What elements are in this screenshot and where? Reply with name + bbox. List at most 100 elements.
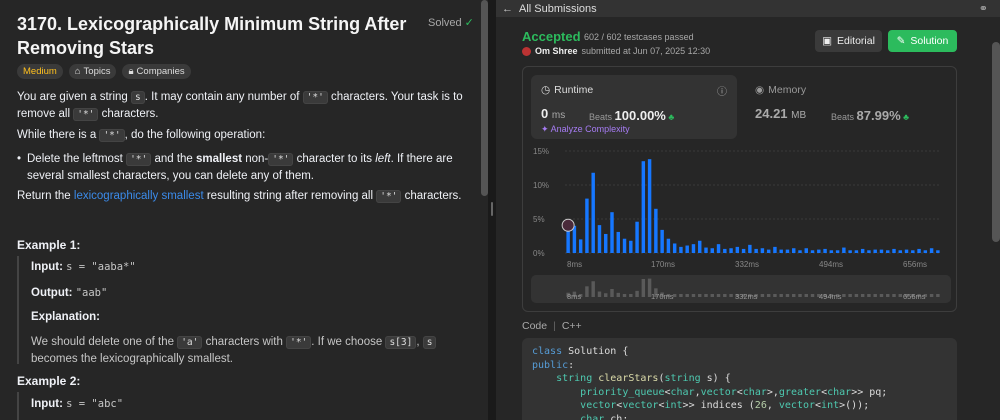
minimap-bar <box>616 292 620 297</box>
chart-bar[interactable] <box>672 243 677 253</box>
chart-bar[interactable] <box>698 240 702 253</box>
chart-bar[interactable] <box>704 247 708 253</box>
chart-bar[interactable] <box>716 244 721 253</box>
chart-bar[interactable] <box>810 250 815 253</box>
chart-bar[interactable] <box>647 159 652 253</box>
avatar[interactable] <box>522 46 531 56</box>
solved-label: Solved <box>428 16 462 29</box>
runtime-box[interactable]: ◷ Runtime ⓘ 0 ms Beats 100.00% ♣ ✦ Analyz… <box>531 75 737 139</box>
chart-bar[interactable] <box>572 225 577 253</box>
chart-bar[interactable] <box>886 250 890 253</box>
chart-bar[interactable] <box>610 212 614 253</box>
chart-minimap[interactable]: 8ms 170ms 332ms 494ms 656ms <box>531 275 951 303</box>
topics-tag[interactable]: ⌂ Topics <box>68 64 117 79</box>
your-submission-marker[interactable] <box>561 218 575 232</box>
description-paragraph-3: Return the lexicographically smallest re… <box>17 190 462 203</box>
chart-bar[interactable] <box>792 248 796 253</box>
chart-bar[interactable] <box>842 247 846 253</box>
chart-bar[interactable] <box>641 161 646 253</box>
chart-bar[interactable] <box>591 172 595 253</box>
chart-bar[interactable] <box>629 240 633 253</box>
chart-bar[interactable] <box>766 249 771 253</box>
inline-code: '*' <box>126 153 152 166</box>
share-link-icon[interactable]: ⚭ <box>979 2 988 15</box>
problem-scrollbar[interactable] <box>481 0 488 196</box>
chart-bar[interactable] <box>898 250 902 253</box>
chart-bar[interactable] <box>585 198 589 253</box>
minimap-bar <box>679 294 683 297</box>
chart-bar[interactable] <box>679 246 683 253</box>
all-submissions-link[interactable]: All Submissions <box>519 3 597 15</box>
chart-bar[interactable] <box>729 248 733 253</box>
runtime-distribution-chart[interactable]: 0% 5% 10% 15% 8ms 170ms 332ms 494ms 656ms <box>531 145 951 275</box>
chart-bar[interactable] <box>923 250 928 253</box>
chart-bar[interactable] <box>929 248 934 253</box>
submission-scrollbar[interactable] <box>992 42 1000 242</box>
chart-bar[interactable] <box>917 248 921 253</box>
back-arrow-icon[interactable]: ← <box>502 3 513 15</box>
panel-divider[interactable] <box>488 0 496 420</box>
example-1-input: Input: s = "aaba*" <box>31 261 136 273</box>
chart-bar[interactable] <box>566 231 570 253</box>
chart-bar[interactable] <box>798 250 802 253</box>
chart-bar[interactable] <box>867 250 871 253</box>
minimap-bar <box>691 294 696 297</box>
chart-bar[interactable] <box>723 248 727 253</box>
resize-grip[interactable] <box>491 202 493 216</box>
chart-bar[interactable] <box>823 248 827 253</box>
chart-bar[interactable] <box>691 244 696 253</box>
problem-title: 3170. Lexicographically Minimum String A… <box>17 14 407 58</box>
check-circle-icon: ✓ <box>464 17 474 29</box>
chart-bar[interactable] <box>685 245 689 253</box>
info-icon[interactable]: ⓘ <box>717 83 727 98</box>
chart-bar[interactable] <box>773 246 777 253</box>
chart-bar[interactable] <box>892 248 896 253</box>
chart-bar[interactable] <box>616 231 620 253</box>
chart-bar[interactable] <box>829 250 834 253</box>
chart-bar[interactable] <box>710 248 714 253</box>
minimap-bar <box>585 286 589 297</box>
x-tick-label: 656ms <box>903 260 927 269</box>
chart-bar[interactable] <box>804 248 808 253</box>
code-block[interactable]: class Solution {public: string clearStar… <box>522 338 957 420</box>
difficulty-tag[interactable]: Medium <box>17 64 63 79</box>
y-tick-label: 0% <box>533 249 545 258</box>
chart-bar[interactable] <box>604 233 608 253</box>
chart-bar[interactable] <box>779 249 783 253</box>
chart-bar[interactable] <box>879 249 884 253</box>
chart-bar[interactable] <box>760 248 765 253</box>
minimap-bar <box>854 294 859 297</box>
editorial-button[interactable]: ▣ Editorial <box>815 30 882 52</box>
editorial-label: Editorial <box>836 35 875 47</box>
memory-box[interactable]: ◉ Memory 24.21 MB Beats 87.99% ♣ <box>745 75 951 139</box>
chart-bar[interactable] <box>873 249 877 253</box>
chart-bar[interactable] <box>578 239 583 253</box>
author-name[interactable]: Om Shree <box>535 46 578 56</box>
chart-bar[interactable] <box>735 246 740 253</box>
chart-bar[interactable] <box>660 229 664 253</box>
chart-bar[interactable] <box>904 249 909 253</box>
chart-bar[interactable] <box>817 249 821 253</box>
edit-icon: ✎ <box>896 35 906 47</box>
minimap-tick-label: 332ms <box>735 292 758 301</box>
chart-bar[interactable] <box>635 221 639 253</box>
chart-bar[interactable] <box>622 238 627 253</box>
solution-button[interactable]: ✎ Solution <box>888 30 957 52</box>
chart-bar[interactable] <box>654 208 658 253</box>
chart-bar[interactable] <box>848 250 852 253</box>
chart-bar[interactable] <box>754 248 758 253</box>
chart-bar[interactable] <box>666 238 671 253</box>
chart-bar[interactable] <box>785 249 790 253</box>
chart-bar[interactable] <box>854 250 859 253</box>
chart-bar[interactable] <box>835 250 840 253</box>
chart-bar[interactable] <box>597 225 602 253</box>
chart-bar[interactable] <box>936 250 940 253</box>
chart-bar[interactable] <box>741 248 746 253</box>
companies-tag[interactable]: 🔒︎ Companies <box>122 64 191 79</box>
lexicographically-smallest-link[interactable]: lexicographically smallest <box>74 190 204 202</box>
chart-bar[interactable] <box>911 250 915 253</box>
analyze-complexity-link[interactable]: ✦ Analyze Complexity <box>541 124 630 135</box>
chart-bar[interactable] <box>860 248 865 253</box>
minimap-bar <box>779 294 783 297</box>
chart-bar[interactable] <box>748 244 752 253</box>
